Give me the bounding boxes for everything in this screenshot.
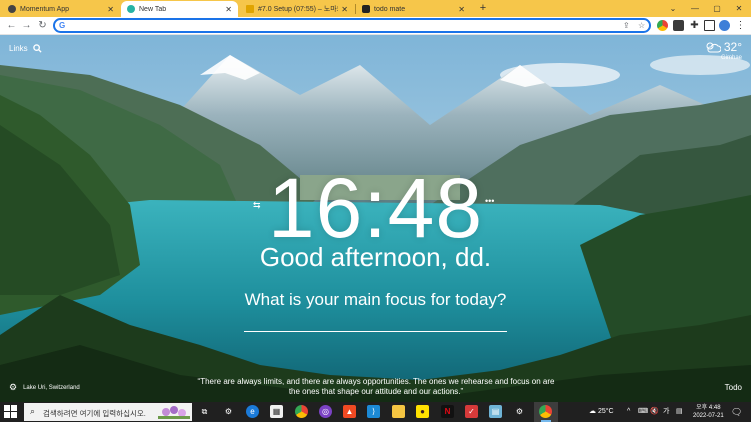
extensions-puzzle-icon[interactable]: ✚ [688,19,701,32]
greeting: Good afternoon, dd. [259,242,492,272]
momentum-favicon-icon [8,5,16,13]
nordpass-icon[interactable]: ✓ [465,405,478,418]
windows-taskbar: ⌕ 검색하려면 여기에 입력하십시오. ⧉ ⚙ e ▦ ◎ ▲ ⟩ ● N ✓ … [0,402,751,422]
volume-icon[interactable]: 🔇 [650,402,659,422]
chrome-active-icon[interactable] [539,405,552,418]
settings-icon[interactable]: ⚙ [513,405,526,418]
share-icon[interactable]: ⇪ [623,21,630,30]
bookmark-star-icon[interactable]: ☆ [638,21,645,30]
menu-kebab-icon[interactable]: ⋮ [734,19,747,32]
close-window-button[interactable]: ✕ [728,0,750,17]
partly-cloudy-icon [706,42,721,53]
photo-location[interactable]: ⚙ Lake Uri, Switzerland [9,382,80,393]
focus-question: What is your main focus for today? [244,290,507,309]
sidebar-icon[interactable] [704,20,715,31]
photo-location-label: Lake Uri, Switzerland [23,384,80,391]
tray-temperature: 25°C [597,408,614,415]
search-icon: ⌕ [30,406,36,416]
weather-temperature: 32° [723,40,742,54]
tab-label: Momentum App [20,5,70,13]
close-tab-icon[interactable]: ✕ [458,5,465,14]
tab-label: New Tab [139,5,167,13]
tab-strip: Momentum App ✕ New Tab ✕ #7.0 Setup (07:… [0,0,751,17]
tray-weather[interactable]: ☁ 25°C [589,402,614,422]
minimize-button[interactable]: — [684,0,706,17]
new-tab-button[interactable]: + [477,2,489,15]
brave-icon[interactable]: ▲ [343,405,356,418]
weather-widget[interactable]: 32° Gimhae [705,40,742,61]
edge-icon[interactable]: e [246,405,259,418]
clipboard-icon[interactable]: ▤ [676,402,683,422]
google-g-icon: G [59,21,66,30]
kakaotalk-icon[interactable]: ● [416,405,429,418]
maximize-button[interactable]: ▢ [706,0,728,17]
warning-favicon-icon [246,5,254,13]
ime-indicator[interactable]: 가 [663,402,669,422]
close-tab-icon[interactable]: ✕ [341,5,348,14]
chrome-cleanup-icon[interactable] [657,20,668,31]
task-view-icon[interactable]: ⧉ [198,405,211,418]
tab-search-icon[interactable]: ⌄ [662,0,684,17]
picture-in-picture-icon[interactable] [673,20,684,31]
taskbar-search-box[interactable]: ⌕ 검색하려면 여기에 입력하십시오. [24,403,192,421]
keyboard-icon[interactable]: ⌨ [638,402,648,422]
taskbar-search-placeholder: 검색하려면 여기에 입력하십시오. [43,409,146,418]
clock-more-options-icon[interactable]: ••• [485,196,494,206]
file-explorer-icon[interactable] [392,405,405,418]
tab-momentum[interactable]: Momentum App ✕ [2,1,120,17]
app-icon[interactable]: ▤ [489,405,502,418]
todo-mate-favicon-icon [362,5,370,13]
profile-avatar-icon[interactable] [719,20,730,31]
settings-gear-icon[interactable]: ⚙ [222,405,235,418]
daily-quote: “There are always limits, and there are … [197,377,555,396]
back-arrow-icon[interactable]: ← [5,19,18,32]
tab-label: todo mate [374,5,406,13]
links-button[interactable]: Links [9,44,42,53]
tray-time: 오후 4:48 [696,405,721,411]
tab-new-tab[interactable]: New Tab ✕ [121,1,238,17]
browser-toolbar: ← → ↻ G ⇪ ☆ ✚ ⋮ [0,17,751,35]
vscode-icon[interactable]: ⟩ [367,405,380,418]
tray-date: 2022-07-21 [693,413,724,419]
focus-input[interactable] [244,316,507,332]
todo-button[interactable]: Todo [725,383,742,392]
cloud-icon: ☁ [589,408,596,415]
tray-clock[interactable]: 오후 4:48 2022-07-21 [693,404,724,420]
tab-todo-mate[interactable]: todo mate ✕ [356,1,471,17]
search-icon[interactable] [32,44,42,53]
momentum-favicon-icon [127,5,135,13]
github-desktop-icon[interactable]: ◎ [319,405,332,418]
links-label: Links [9,44,28,53]
forward-arrow-icon[interactable]: → [20,19,33,32]
close-tab-icon[interactable]: ✕ [225,5,232,14]
close-tab-icon[interactable]: ✕ [107,5,114,14]
tab-label: #7.0 Setup (07:55) – 노마드 코더 [258,6,338,13]
chrome-icon[interactable] [295,405,308,418]
store-icon[interactable]: ▦ [270,405,283,418]
tab-setup-video[interactable]: #7.0 Setup (07:55) – 노마드 코더 ✕ [240,1,354,17]
address-bar[interactable]: G ⇪ ☆ [53,18,651,33]
reload-icon[interactable]: ↻ [36,19,49,32]
url-input[interactable] [71,21,611,31]
search-highlight-flower-icon [158,406,190,419]
notification-center-icon[interactable]: 🗨 [731,402,742,422]
show-hidden-icons-chevron-icon[interactable]: ^ [627,402,630,422]
netflix-icon[interactable]: N [441,405,454,418]
weather-location: Gimhae [720,55,742,61]
windows-start-icon[interactable] [4,405,18,419]
settings-gear-icon[interactable]: ⚙ [9,382,17,393]
